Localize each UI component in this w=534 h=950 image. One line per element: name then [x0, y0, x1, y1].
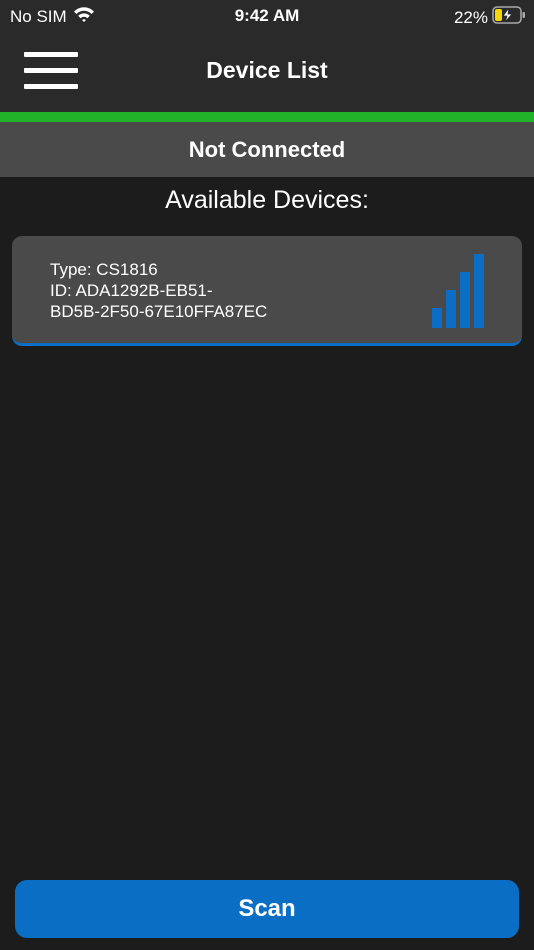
scan-button[interactable]: Scan	[15, 880, 519, 938]
device-id-line-1: ID: ADA1292B-EB51-	[50, 281, 213, 300]
battery-charging-icon	[492, 6, 526, 29]
signal-strength-icon	[432, 254, 484, 328]
connection-status-banner: Not Connected	[0, 122, 534, 177]
page-title: Device List	[206, 57, 328, 83]
status-bar: No SIM 9:42 AM 22%	[0, 0, 534, 32]
device-list-item[interactable]: Type: CS1816 ID: ADA1292B-EB51- BD5B-2F5…	[12, 236, 522, 346]
device-info: Type: CS1816 ID: ADA1292B-EB51- BD5B-2F5…	[50, 259, 350, 322]
nav-bar: Device List	[0, 32, 534, 112]
device-type: Type: CS1816	[50, 260, 158, 279]
device-id-line-2: BD5B-2F50-67E10FFA87EC	[50, 302, 268, 321]
battery-percent: 22%	[453, 7, 488, 27]
status-right: 22%	[454, 6, 526, 29]
connection-indicator-strip	[0, 112, 534, 122]
available-devices-heading: Available Devices:	[165, 186, 369, 214]
